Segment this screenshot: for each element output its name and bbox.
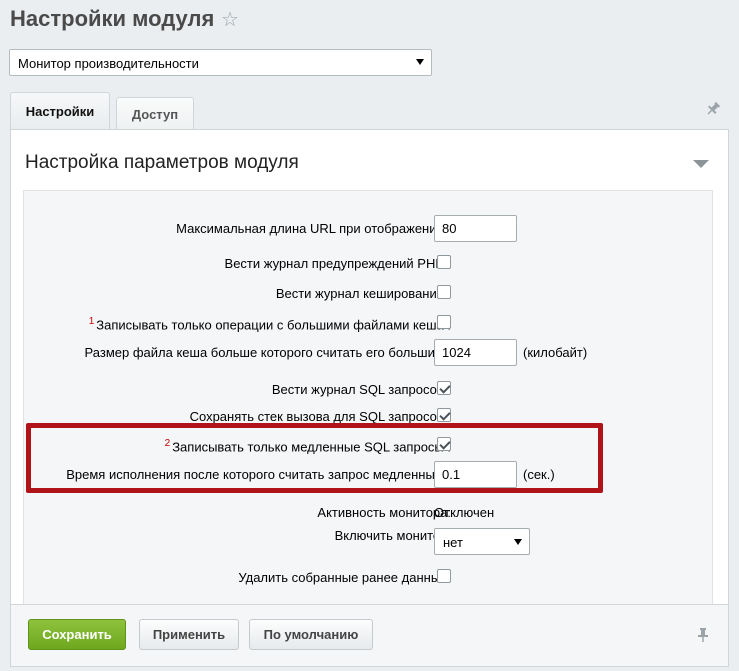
- row-log-caching: Вести журнал кеширования :: [24, 280, 714, 306]
- dropdown-arrow-icon: [514, 539, 522, 545]
- row-delete-collected: Удалить собранные ранее данные:: [24, 564, 714, 590]
- max-url-length-label: Максимальная длина URL при отображении :: [176, 221, 451, 236]
- section-title: Настройка параметров модуля: [25, 152, 299, 173]
- log-php-warnings-checkbox[interactable]: [437, 255, 451, 269]
- default-button[interactable]: По умолчанию: [249, 619, 373, 650]
- settings-form: Максимальная длина URL при отображении :…: [23, 190, 713, 604]
- module-select[interactable]: Монитор производительности: [9, 49, 432, 76]
- page-title: Настройки модуля: [10, 6, 215, 31]
- row-log-php-warnings: Вести журнал предупреждений PHP :: [24, 250, 714, 276]
- max-url-length-input[interactable]: 80: [434, 215, 517, 242]
- log-sql-checkbox[interactable]: [437, 381, 451, 395]
- save-button[interactable]: Сохранить: [28, 619, 126, 650]
- log-caching-checkbox[interactable]: [437, 285, 451, 299]
- save-sql-stack-checkbox[interactable]: [437, 408, 451, 422]
- dropdown-arrow-icon: [416, 59, 424, 65]
- save-sql-stack-label: Сохранять стек вызова для SQL запросов :: [189, 409, 451, 424]
- log-sql-label: Вести журнал SQL запросов :: [271, 382, 451, 397]
- delete-collected-checkbox[interactable]: [437, 569, 451, 583]
- row-log-big-cache-only: 1 Записывать только операции с большими ф…: [24, 310, 714, 336]
- tab-access[interactable]: Доступ: [116, 97, 194, 130]
- delete-collected-label: Удалить собранные ранее данные:: [238, 570, 451, 585]
- monitor-status-label: Активность монитора:: [317, 505, 451, 520]
- log-big-cache-only-text: Записывать только операции с большими фа…: [96, 317, 451, 333]
- log-php-warnings-label: Вести журнал предупреждений PHP :: [224, 256, 451, 271]
- module-select-value: Монитор производительности: [18, 56, 199, 71]
- tab-settings[interactable]: Настройки: [10, 92, 110, 131]
- settings-panel: Настройка параметров модуля Максимальная…: [10, 129, 729, 605]
- big-cache-size-unit: (килобайт): [523, 345, 588, 360]
- big-cache-size-label: Размер файла кеша больше которого считат…: [84, 345, 451, 360]
- enable-monitor-value: нет: [443, 535, 463, 550]
- row-enable-monitor: Включить монитор: нет: [24, 528, 714, 555]
- row-log-sql: Вести журнал SQL запросов :: [24, 376, 714, 402]
- enable-monitor-select[interactable]: нет: [434, 528, 530, 555]
- pin-icon[interactable]: [695, 627, 711, 643]
- row-big-cache-size: Размер файла кеша больше которого считат…: [24, 339, 714, 366]
- monitor-status-value: Отключен: [434, 505, 495, 520]
- star-icon[interactable]: ☆: [221, 9, 239, 31]
- apply-button[interactable]: Применить: [139, 619, 239, 650]
- highlight-annotation-box: [26, 423, 603, 493]
- chevron-down-icon[interactable]: [693, 160, 709, 168]
- footnote-marker: 1: [88, 316, 95, 327]
- pin-icon[interactable]: [705, 101, 721, 117]
- button-bar: Сохранить Применить По умолчанию: [10, 605, 729, 667]
- log-big-cache-only-checkbox[interactable]: [437, 315, 451, 329]
- log-caching-label: Вести журнал кеширования :: [275, 286, 451, 301]
- row-monitor-status: Активность монитора: Отключен: [24, 499, 714, 525]
- log-big-cache-only-label: 1 Записывать только операции с большими ф…: [89, 316, 451, 332]
- row-max-url-length: Максимальная длина URL при отображении :…: [24, 215, 714, 242]
- big-cache-size-input[interactable]: 1024: [434, 339, 517, 366]
